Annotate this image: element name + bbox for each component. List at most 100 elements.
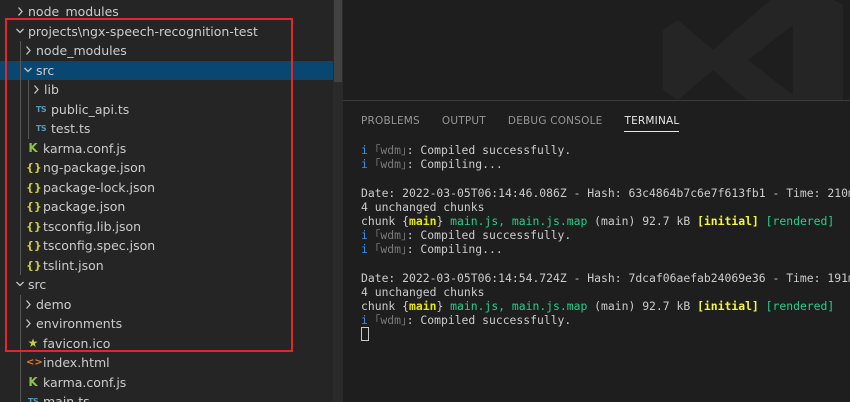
terminal-text: - Hash:: [566, 185, 629, 200]
terminal-line: Date: 2022-03-05T06:14:54.724Z - Hash: 7…: [361, 270, 850, 285]
terminal-text: main.js, main.js.map: [450, 299, 588, 314]
tree-file-item[interactable]: {} ng-package.json: [0, 158, 343, 177]
bottom-panel: PROBLEMS OUTPUT DEBUG CONSOLE TERMINAL i ｢w…: [343, 100, 850, 402]
tree-item-label: index.html: [43, 355, 110, 370]
chevron-right-icon[interactable]: [14, 2, 26, 21]
chevron-right-icon[interactable]: [30, 80, 42, 99]
tree-file-item[interactable]: TS main.ts: [0, 392, 343, 402]
chevron-right-icon[interactable]: [22, 295, 34, 314]
tree-item-label: node_modules: [36, 43, 127, 58]
karma-file-icon: K: [28, 140, 38, 155]
tree-folder-item[interactable]: node_modules: [0, 41, 343, 60]
tree-item-label: package.json: [43, 199, 126, 214]
tree-folder-item[interactable]: src: [0, 275, 343, 294]
terminal-text: : Compiled successfully.: [406, 313, 572, 328]
chevron-right-icon[interactable]: [22, 41, 34, 60]
terminal-text: [initial]: [697, 213, 759, 228]
terminal-text: Date: 2022-03-05T06:14:46.086Z: [361, 185, 567, 200]
terminal-line: i ｢wdm｣: Compiled successfully.: [361, 228, 841, 242]
terminal-text: : Compiled successfully.: [406, 143, 572, 157]
tree-folder-item[interactable]: demo: [0, 295, 343, 314]
json-file-icon: {}: [26, 161, 42, 174]
tree-folder-item[interactable]: src: [0, 60, 343, 80]
terminal-text: main: [409, 213, 437, 228]
chevron-right-icon[interactable]: [22, 314, 34, 333]
tree-item-label: main.ts: [43, 394, 90, 402]
chevron-down-icon[interactable]: [22, 61, 34, 80]
terminal-text: 63c4864b7c6e7f613fb1: [628, 185, 766, 200]
terminal-text: main.js, main.js.map: [450, 213, 588, 228]
tree-file-item[interactable]: {} package.json: [0, 197, 343, 216]
tab-terminal[interactable]: TERMINAL: [624, 115, 680, 132]
tab-problems[interactable]: PROBLEMS: [361, 115, 420, 131]
terminal-text: main: [409, 299, 437, 314]
terminal-text: 191: [827, 270, 848, 285]
terminal-text: 4 unchanged chunks: [361, 284, 485, 299]
terminal-line: chunk {main} main.js, main.js.map (main)…: [361, 299, 841, 313]
tree-item-label: src: [36, 62, 55, 78]
indent-guide: [20, 294, 21, 402]
terminal-text: : Compiling...: [406, 242, 503, 257]
tree-folder-item[interactable]: projects\ngx-speech-recognition-test: [0, 22, 343, 41]
tree-item-label: ng-package.json: [43, 160, 146, 175]
terminal-text: 210: [827, 185, 848, 200]
tree-file-item[interactable]: {} package-lock.json: [0, 178, 343, 197]
json-file-icon: {}: [26, 219, 42, 233]
terminal-line: i ｢wdm｣: Compiled successfully.: [361, 143, 841, 157]
terminal-output[interactable]: i ｢wdm｣: Compiled successfully. i ｢wdm｣: …: [361, 143, 850, 342]
sidebar-scrollbar-thumb[interactable]: [334, 0, 342, 82]
sidebar-scrollbar[interactable]: [333, 0, 343, 402]
terminal-text: : Compiled successfully.: [406, 228, 572, 243]
terminal-text: ｢wdm｣: [374, 242, 407, 257]
tree-file-item[interactable]: <> index.html: [0, 353, 343, 372]
indent-guide: [28, 80, 29, 139]
karma-file-icon: K: [28, 374, 38, 389]
tree-folder-item[interactable]: node_modules: [0, 2, 343, 21]
tree-file-item[interactable]: TS test.ts: [0, 119, 343, 138]
tree-item-label: projects\ngx-speech-recognition-test: [28, 23, 258, 39]
editor-area: [343, 0, 850, 100]
tree-file-item[interactable]: {} tsconfig.lib.json: [0, 217, 343, 236]
terminal-text: [initial]: [697, 299, 759, 314]
terminal-text: i: [361, 143, 375, 157]
tree-file-item[interactable]: {} tsconfig.spec.json: [0, 236, 343, 255]
tree-folder-item[interactable]: lib: [0, 80, 343, 99]
terminal-text: 4 unchanged chunks: [361, 199, 485, 214]
panel-tabs: PROBLEMS OUTPUT DEBUG CONSOLE TERMINAL: [361, 109, 701, 132]
terminal-text: - Time:: [765, 270, 828, 285]
chevron-down-icon[interactable]: [14, 275, 26, 294]
tree-item-label: public_api.ts: [51, 101, 130, 117]
tree-item-label: src: [28, 277, 47, 292]
indent-guide: [20, 41, 21, 275]
html-file-icon: <>: [26, 357, 43, 368]
terminal-line: i ｢wdm｣: Compiling...: [361, 157, 841, 171]
json-file-icon: {}: [26, 258, 42, 272]
tree-file-item[interactable]: TS public_api.ts: [0, 100, 343, 119]
tree-file-item[interactable]: ★ favicon.ico: [0, 334, 343, 353]
tree-folder-item[interactable]: environments: [0, 314, 343, 333]
tree-file-item[interactable]: {} tslint.json: [0, 256, 343, 275]
terminal-line: 4 unchanged chunks: [361, 285, 841, 299]
terminal-text: i: [361, 313, 375, 328]
tree-item-label: node_modules: [28, 4, 119, 19]
tab-debug-console[interactable]: DEBUG CONSOLE: [508, 115, 603, 131]
tree-file-item[interactable]: Kkarma.conf.js: [0, 139, 343, 158]
terminal-text: ｢wdm｣: [374, 228, 407, 243]
tree-item-label: test.ts: [51, 121, 91, 136]
terminal-text: {: [402, 299, 410, 314]
tree-item-label: environments: [36, 316, 123, 331]
tree-file-item[interactable]: Kkarma.conf.js: [0, 373, 343, 392]
chevron-down-icon[interactable]: [14, 22, 26, 41]
typescript-file-icon: TS: [35, 124, 47, 133]
tree-item-label: lib: [44, 82, 59, 97]
tree-item-label: karma.conf.js: [43, 140, 127, 156]
tab-output[interactable]: OUTPUT: [442, 115, 486, 131]
terminal-text: - Hash:: [566, 270, 629, 285]
terminal-text: }: [436, 213, 451, 228]
terminal-text: chunk: [361, 299, 403, 314]
explorer-sidebar: node_modules projects\ngx-speech-recognit…: [0, 0, 343, 402]
